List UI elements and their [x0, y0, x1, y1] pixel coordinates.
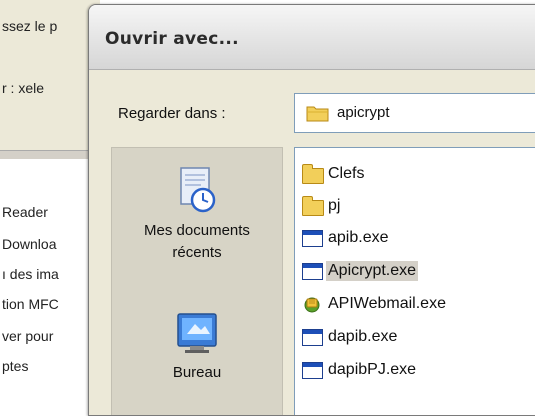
background-list-item[interactable]: tion MFC [2, 296, 59, 312]
file-list-item[interactable]: Clefs [301, 162, 366, 186]
background-text-line: ssez le p [2, 18, 58, 34]
places-bar: Mes documents récents Bureau [111, 147, 283, 415]
file-name: apib.exe [328, 229, 389, 246]
file-list-item[interactable]: apib.exe [301, 226, 391, 250]
background-list-item[interactable]: ver pour [2, 328, 53, 344]
file-name: Apicrypt.exe [326, 261, 419, 281]
webmail-icon [301, 295, 323, 313]
dialog-titlebar[interactable]: Ouvrir avec... [89, 5, 535, 70]
file-name: pj [328, 197, 341, 214]
look-in-value: apicrypt [337, 104, 390, 121]
application-icon [301, 262, 323, 280]
application-icon [301, 328, 323, 346]
look-in-label: Regarder dans : [118, 105, 226, 122]
file-name: Clefs [328, 165, 365, 182]
background-list: Reader Downloa ı des ima tion MFC ver po… [0, 160, 100, 403]
file-list-item[interactable]: pj [301, 194, 342, 218]
background-window: ssez le p r : xele Reader Downloa ı des … [0, 0, 100, 403]
look-in-dropdown[interactable]: apicrypt [294, 93, 535, 133]
file-name: dapibPJ.exe [328, 361, 417, 378]
file-list-item[interactable]: APIWebmail.exe [301, 292, 448, 316]
background-list-item[interactable]: ı des ima [2, 266, 59, 282]
file-list[interactable]: Clefs pj apib.exe Apicrypt.exe APIWebmai… [294, 147, 535, 415]
place-label: Bureau [172, 364, 222, 381]
background-list-item[interactable]: ptes [2, 358, 28, 374]
application-icon [301, 229, 323, 247]
background-text-line: r : xele [2, 80, 45, 96]
file-name: APIWebmail.exe [328, 295, 446, 312]
background-window-header: ssez le p r : xele [0, 0, 100, 150]
recent-documents-icon [175, 166, 219, 214]
dialog-title: Ouvrir avec... [105, 29, 239, 49]
place-recent-documents[interactable]: Mes documents récents [112, 166, 282, 264]
background-separator [0, 150, 100, 160]
file-list-item-selected[interactable]: Apicrypt.exe [301, 259, 419, 283]
file-list-item[interactable]: dapib.exe [301, 325, 399, 349]
background-list-item[interactable]: Reader [2, 204, 48, 220]
folder-icon [301, 196, 324, 216]
place-label: Mes documents [144, 222, 250, 239]
file-name: dapib.exe [328, 328, 398, 345]
application-icon [301, 361, 323, 379]
folder-icon [301, 164, 324, 184]
place-desktop[interactable]: Bureau [112, 308, 282, 384]
folder-icon [306, 104, 330, 122]
open-with-dialog: Ouvrir avec... Regarder dans : apicrypt … [88, 4, 535, 416]
file-list-item[interactable]: dapibPJ.exe [301, 358, 418, 382]
background-list-item[interactable]: Downloa [2, 236, 56, 252]
desktop-icon [175, 308, 219, 356]
place-label: récents [172, 244, 222, 261]
